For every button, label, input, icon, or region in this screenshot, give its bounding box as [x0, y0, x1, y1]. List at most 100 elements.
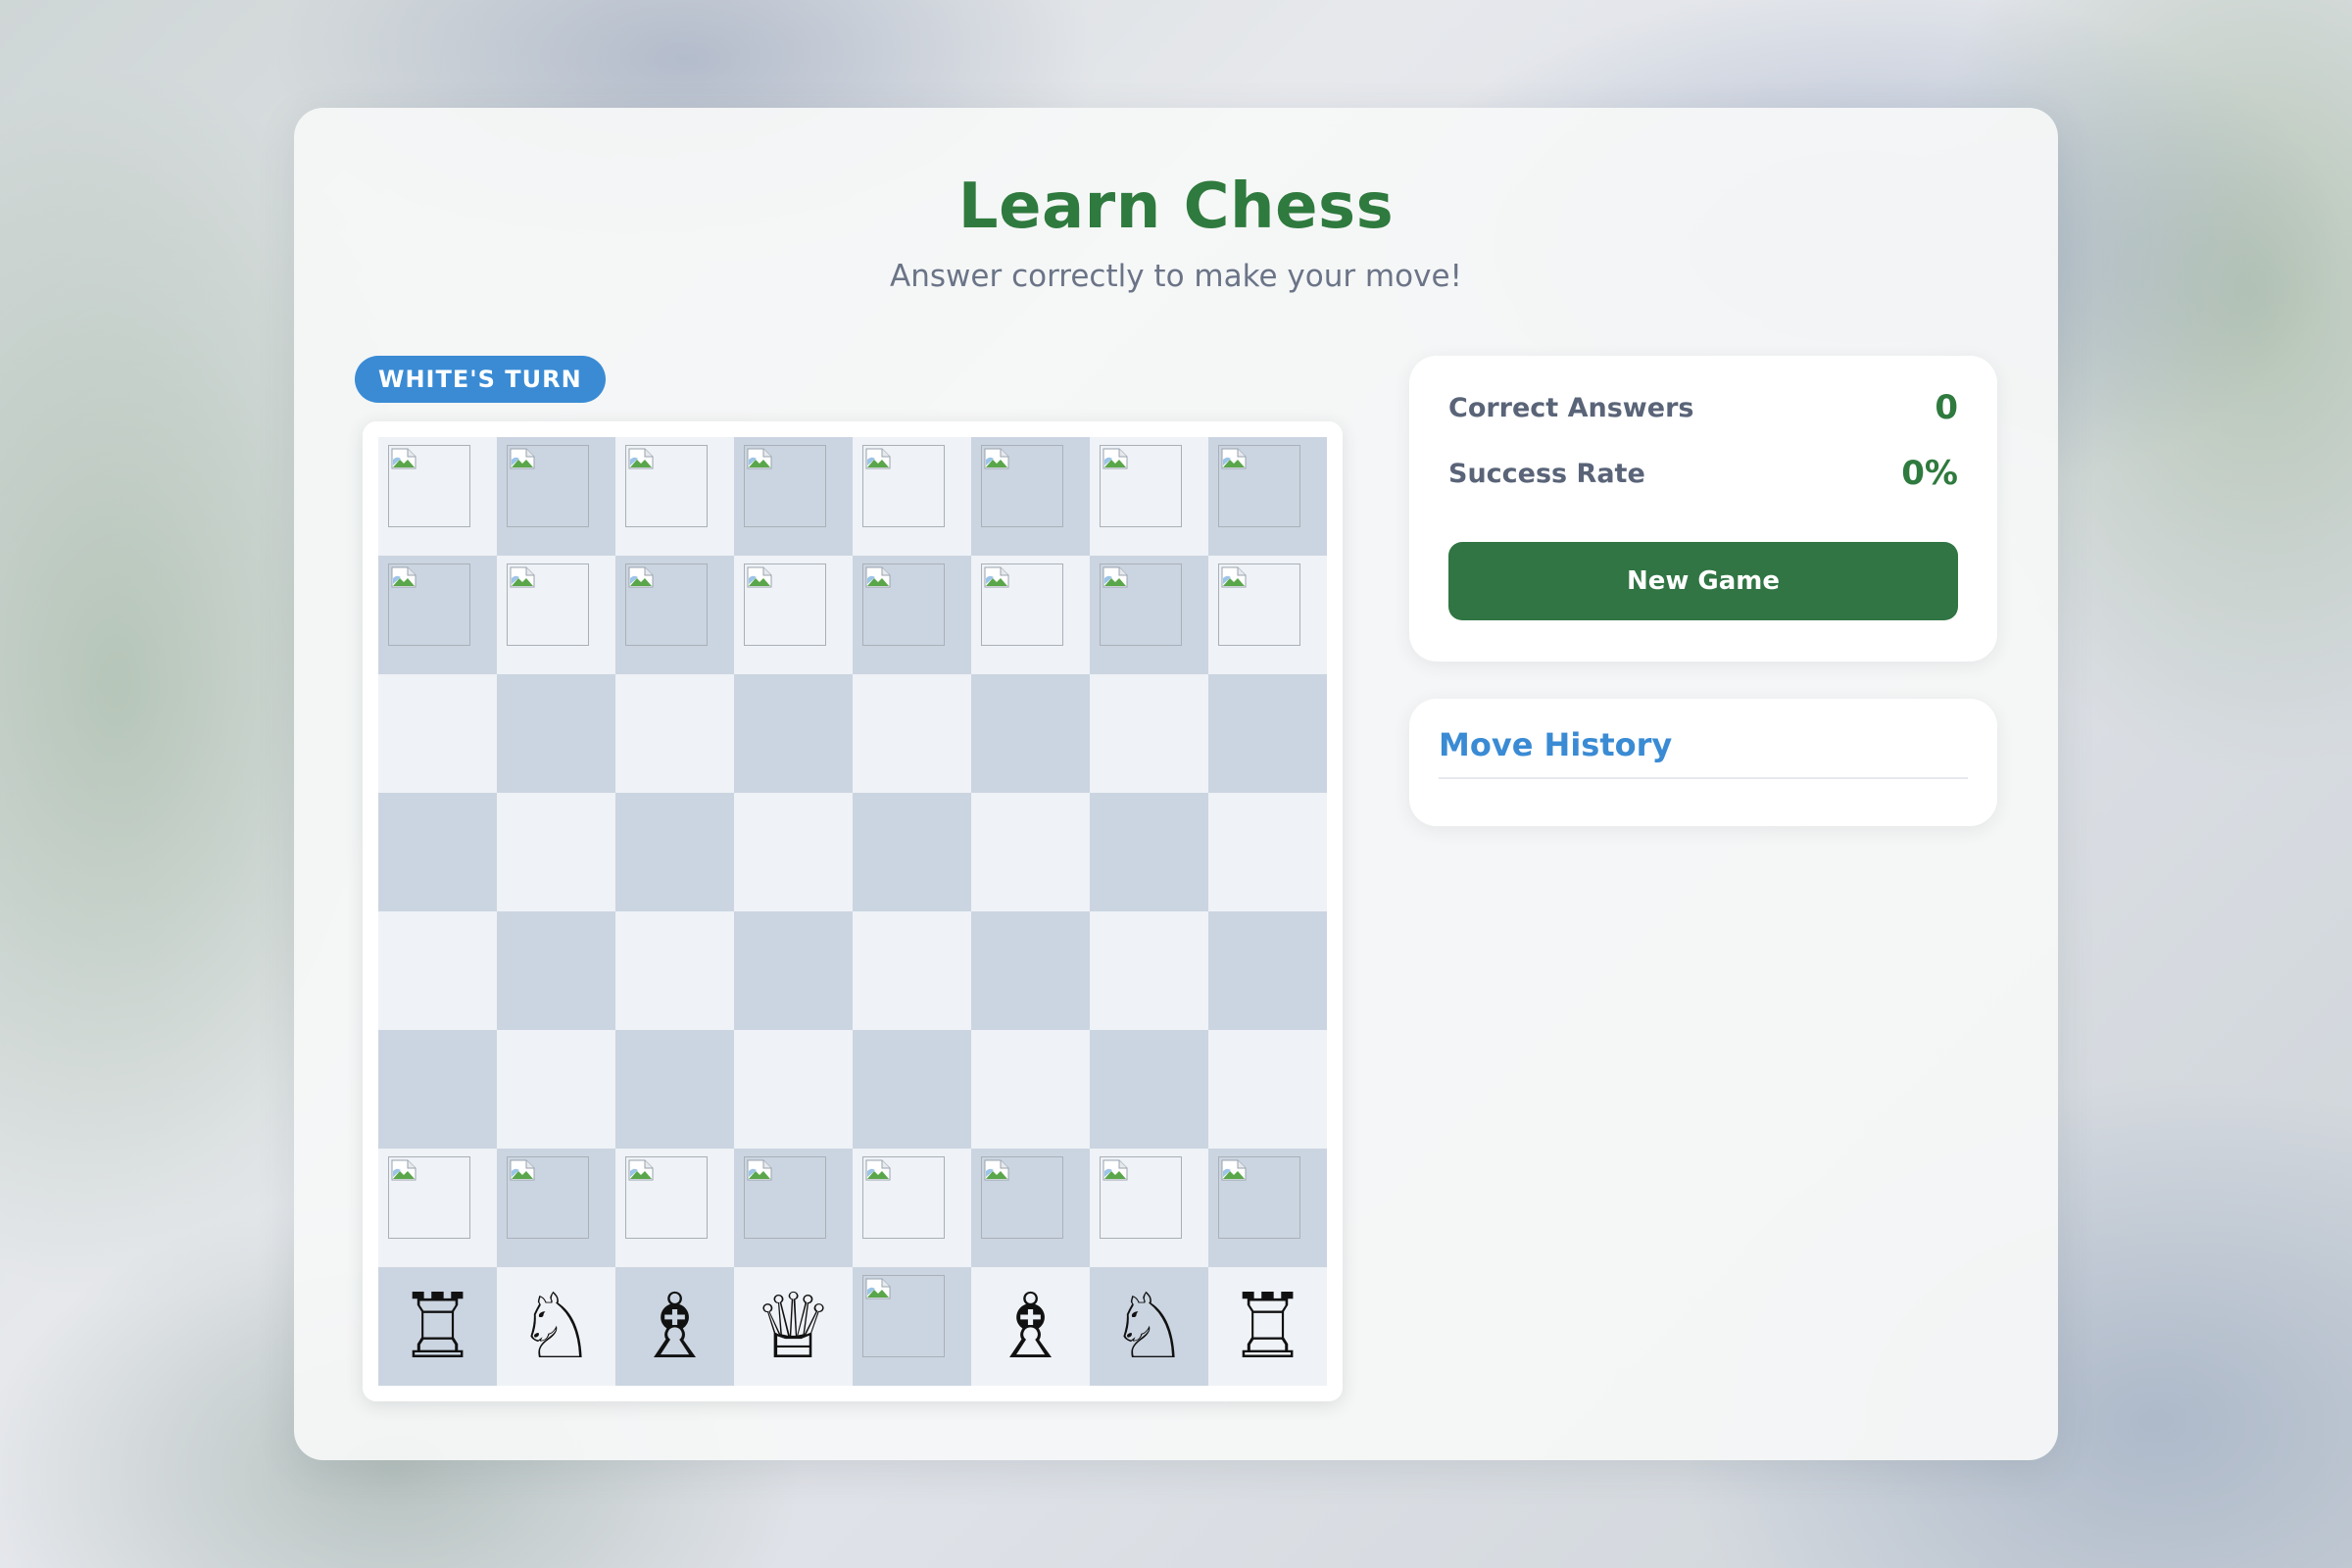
square-g8[interactable] [1090, 437, 1208, 556]
square-d6[interactable] [734, 674, 853, 793]
broken-image-icon [981, 564, 1063, 646]
broken-image-icon [862, 1275, 945, 1357]
square-f8[interactable] [971, 437, 1090, 556]
broken-image-icon [388, 564, 470, 646]
square-g2[interactable] [1090, 1149, 1208, 1267]
correct-answers-value: 0 [1935, 388, 1958, 427]
square-h8[interactable] [1208, 437, 1327, 556]
square-f3[interactable] [971, 1030, 1090, 1149]
square-g3[interactable] [1090, 1030, 1208, 1149]
turn-badge: WHITE'S TURN [355, 356, 606, 403]
square-g5[interactable] [1090, 793, 1208, 911]
square-f1[interactable]: ♗ [971, 1267, 1090, 1386]
square-c4[interactable] [615, 911, 734, 1030]
white-rook-icon: ♖ [397, 1273, 478, 1379]
square-e2[interactable] [853, 1149, 971, 1267]
broken-image-icon [1218, 445, 1300, 527]
broken-image-icon [744, 564, 826, 646]
square-d8[interactable] [734, 437, 853, 556]
square-h4[interactable] [1208, 911, 1327, 1030]
square-a3[interactable] [378, 1030, 497, 1149]
square-h5[interactable] [1208, 793, 1327, 911]
square-b7[interactable] [497, 556, 615, 674]
square-h3[interactable] [1208, 1030, 1327, 1149]
broken-image-icon [744, 1156, 826, 1239]
square-g7[interactable] [1090, 556, 1208, 674]
broken-image-icon [1100, 564, 1182, 646]
square-e4[interactable] [853, 911, 971, 1030]
square-h2[interactable] [1208, 1149, 1327, 1267]
white-bishop-icon: ♗ [990, 1273, 1071, 1379]
square-f5[interactable] [971, 793, 1090, 911]
square-b5[interactable] [497, 793, 615, 911]
square-e6[interactable] [853, 674, 971, 793]
square-h6[interactable] [1208, 674, 1327, 793]
square-a2[interactable] [378, 1149, 497, 1267]
broken-image-icon [388, 1156, 470, 1239]
square-c5[interactable] [615, 793, 734, 911]
square-d1[interactable]: ♕ [734, 1267, 853, 1386]
square-a6[interactable] [378, 674, 497, 793]
white-rook-icon: ♖ [1227, 1273, 1308, 1379]
square-f7[interactable] [971, 556, 1090, 674]
square-e7[interactable] [853, 556, 971, 674]
square-d4[interactable] [734, 911, 853, 1030]
square-a1[interactable]: ♖ [378, 1267, 497, 1386]
square-d2[interactable] [734, 1149, 853, 1267]
broken-image-icon [862, 1156, 945, 1239]
square-g1[interactable]: ♘ [1090, 1267, 1208, 1386]
square-f6[interactable] [971, 674, 1090, 793]
new-game-button[interactable]: New Game [1448, 542, 1958, 620]
square-e5[interactable] [853, 793, 971, 911]
square-e1[interactable] [853, 1267, 971, 1386]
broken-image-icon [744, 445, 826, 527]
square-b4[interactable] [497, 911, 615, 1030]
broken-image-icon [862, 564, 945, 646]
move-history-card: Move History [1409, 699, 1997, 826]
square-c2[interactable] [615, 1149, 734, 1267]
broken-image-icon [1100, 1156, 1182, 1239]
page-subtitle: Answer correctly to make your move! [890, 259, 1462, 294]
white-knight-icon: ♘ [515, 1273, 597, 1379]
broken-image-icon [388, 445, 470, 527]
white-knight-icon: ♘ [1108, 1273, 1190, 1379]
chessboard: ♖ ♘ ♗ ♕ ♗ ♘ ♖ [378, 437, 1327, 1386]
square-a7[interactable] [378, 556, 497, 674]
square-b6[interactable] [497, 674, 615, 793]
square-c6[interactable] [615, 674, 734, 793]
square-b2[interactable] [497, 1149, 615, 1267]
square-d5[interactable] [734, 793, 853, 911]
square-e3[interactable] [853, 1030, 971, 1149]
square-f2[interactable] [971, 1149, 1090, 1267]
square-g4[interactable] [1090, 911, 1208, 1030]
square-e8[interactable] [853, 437, 971, 556]
square-d3[interactable] [734, 1030, 853, 1149]
broken-image-icon [981, 445, 1063, 527]
broken-image-icon [625, 445, 708, 527]
square-b3[interactable] [497, 1030, 615, 1149]
broken-image-icon [625, 564, 708, 646]
square-c8[interactable] [615, 437, 734, 556]
broken-image-icon [625, 1156, 708, 1239]
success-rate-value: 0% [1901, 454, 1958, 493]
broken-image-icon [981, 1156, 1063, 1239]
square-a4[interactable] [378, 911, 497, 1030]
chessboard-frame: ♖ ♘ ♗ ♕ ♗ ♘ ♖ [363, 421, 1343, 1401]
success-rate-label: Success Rate [1448, 459, 1645, 489]
square-a5[interactable] [378, 793, 497, 911]
square-b8[interactable] [497, 437, 615, 556]
square-g6[interactable] [1090, 674, 1208, 793]
square-c3[interactable] [615, 1030, 734, 1149]
square-h7[interactable] [1208, 556, 1327, 674]
square-f4[interactable] [971, 911, 1090, 1030]
square-d7[interactable] [734, 556, 853, 674]
square-c1[interactable]: ♗ [615, 1267, 734, 1386]
stats-card: Correct Answers 0 Success Rate 0% New Ga… [1409, 356, 1997, 662]
broken-image-icon [1218, 1156, 1300, 1239]
square-h1[interactable]: ♖ [1208, 1267, 1327, 1386]
square-a8[interactable] [378, 437, 497, 556]
page-title: Learn Chess [957, 171, 1395, 243]
square-c7[interactable] [615, 556, 734, 674]
broken-image-icon [507, 445, 589, 527]
square-b1[interactable]: ♘ [497, 1267, 615, 1386]
